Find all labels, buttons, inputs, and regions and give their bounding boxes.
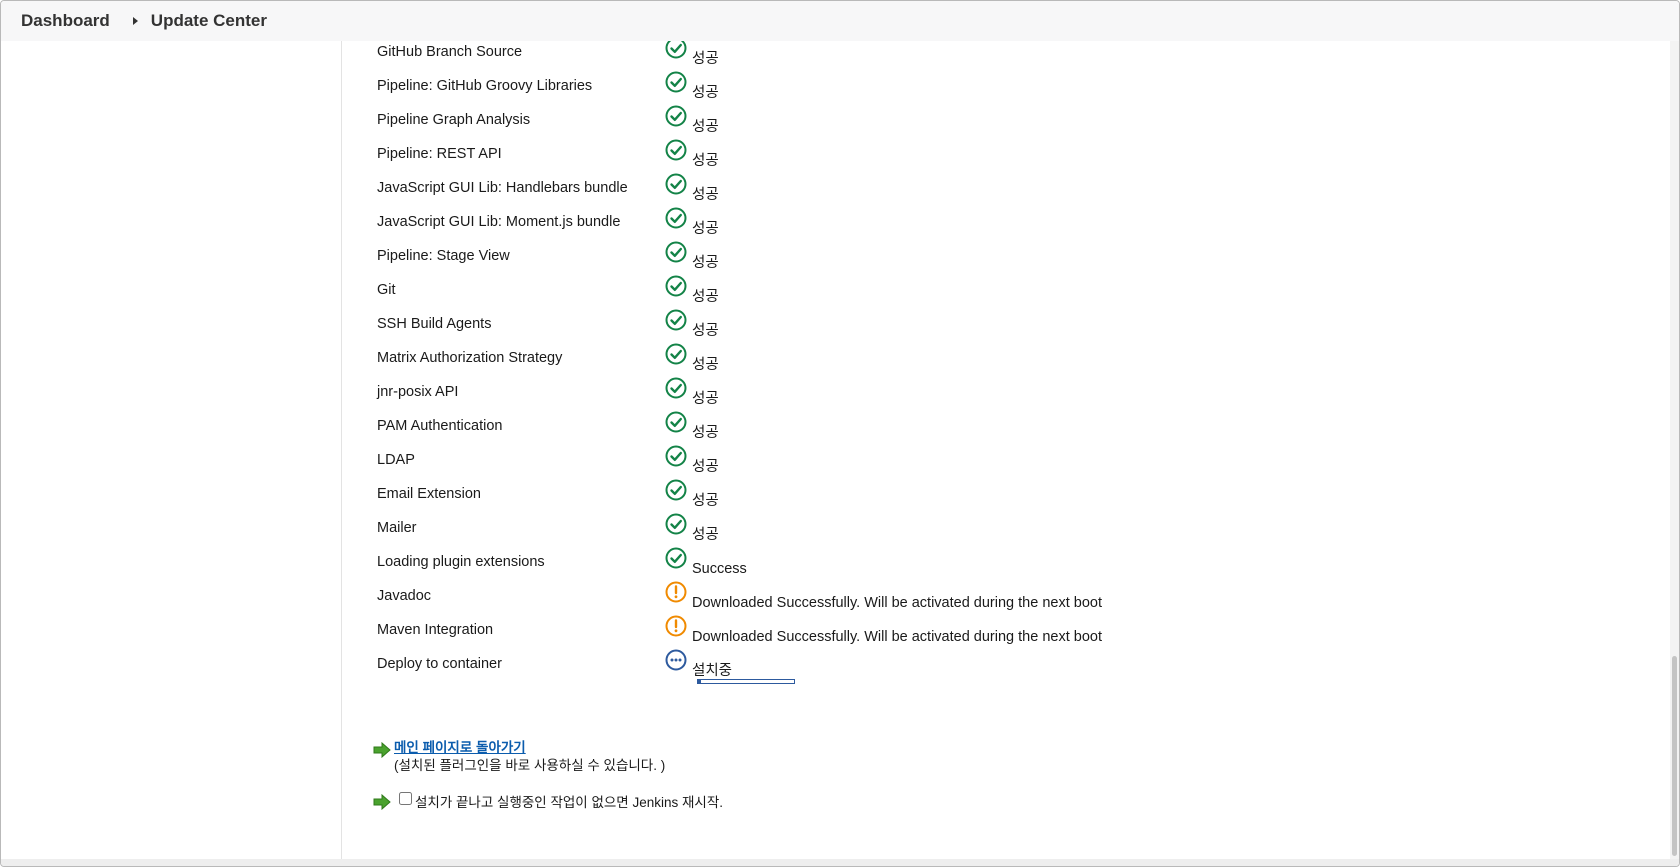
plugin-name: Deploy to container — [377, 656, 502, 672]
success-check-icon — [665, 139, 687, 161]
breadcrumb-update-center[interactable]: Update Center — [151, 11, 267, 31]
plugin-name: Pipeline Graph Analysis — [377, 112, 531, 128]
plugin-status-text: 성공 — [692, 51, 719, 67]
plugin-status-text: 성공 — [692, 289, 719, 305]
success-check-icon — [665, 241, 687, 263]
plugin-row: Email Extension 성공 — [377, 479, 1377, 519]
plugin-row: LDAP 성공 — [377, 445, 1377, 485]
success-check-icon — [665, 173, 687, 195]
success-check-icon — [665, 207, 687, 229]
arrow-right-icon — [373, 794, 391, 810]
plugin-status-text: 성공 — [692, 527, 719, 543]
restart-jenkins-label[interactable]: 설치가 끝나고 실행중인 작업이 없으면 Jenkins 재시작. — [415, 791, 723, 811]
plugin-row: PAM Authentication 성공 — [377, 411, 1377, 451]
success-check-icon — [665, 547, 687, 569]
plugin-status-text: 성공 — [692, 459, 719, 475]
success-check-icon — [665, 411, 687, 433]
success-check-icon — [665, 479, 687, 501]
plugin-row: JavaScript GUI Lib: Moment.js bundle 성공 — [377, 207, 1377, 247]
bottom-bar — [1, 859, 1679, 866]
plugin-row: GitHub Branch Source 성공 — [377, 37, 1377, 77]
plugin-status-text: 성공 — [692, 255, 719, 271]
breadcrumb-separator-icon — [132, 17, 138, 25]
warning-exclamation-icon — [665, 581, 687, 603]
plugin-status-text: 성공 — [692, 221, 719, 237]
plugin-row: Matrix Authorization Strategy 성공 — [377, 343, 1377, 383]
restart-jenkins-checkbox[interactable] — [399, 792, 412, 805]
back-to-main-note: (설치된 플러그인을 바로 사용하실 수 있습니다. ) — [394, 758, 666, 773]
success-check-icon — [665, 71, 687, 93]
plugin-status-text: 성공 — [692, 391, 719, 407]
plugin-row: Git 성공 — [377, 275, 1377, 315]
plugin-status-text: 성공 — [692, 493, 719, 509]
side-panel — [1, 41, 342, 859]
plugin-name: Email Extension — [377, 486, 481, 502]
install-progress-bar — [697, 679, 795, 684]
install-progress-fill — [698, 680, 701, 683]
arrow-right-icon — [373, 742, 391, 758]
plugin-name: Mailer — [377, 520, 417, 536]
success-check-icon — [665, 445, 687, 467]
plugin-row: Pipeline Graph Analysis 성공 — [377, 105, 1377, 145]
plugin-name: Pipeline: REST API — [377, 146, 502, 162]
plugin-status-text: 성공 — [692, 187, 719, 203]
scrollbar-thumb[interactable] — [1672, 656, 1677, 856]
plugin-name: GitHub Branch Source — [377, 44, 523, 60]
plugin-name: Pipeline: GitHub Groovy Libraries — [377, 78, 593, 94]
plugin-status-text: Success — [692, 561, 747, 577]
plugin-status-text: 성공 — [692, 357, 719, 373]
success-check-icon — [665, 513, 687, 535]
warning-exclamation-icon — [665, 615, 687, 637]
success-check-icon — [665, 105, 687, 127]
back-to-main-link[interactable]: 메인 페이지로 돌아가기 — [394, 736, 526, 756]
plugin-name: Maven Integration — [377, 622, 494, 638]
update-center-window: Dashboard Update Center GitHub Branch So… — [0, 0, 1680, 867]
success-check-icon — [665, 275, 687, 297]
plugin-row: JavaScript GUI Lib: Handlebars bundle 성공 — [377, 173, 1377, 213]
plugin-row: Mailer 성공 — [377, 513, 1377, 553]
vertical-scrollbar[interactable] — [1670, 41, 1679, 859]
plugin-row: Pipeline: REST API 성공 — [377, 139, 1377, 179]
plugin-name: JavaScript GUI Lib: Handlebars bundle — [377, 180, 628, 196]
plugin-status-text: 성공 — [692, 85, 719, 101]
plugin-status-text: Downloaded Successfully. Will be activat… — [692, 629, 1102, 645]
success-check-icon — [665, 343, 687, 365]
plugin-row: Pipeline: Stage View 성공 — [377, 241, 1377, 281]
plugin-name: Matrix Authorization Strategy — [377, 350, 563, 366]
plugin-row: Javadoc Downloaded Successfully. Will be … — [377, 581, 1377, 621]
plugin-row: Loading plugin extensions Success — [377, 547, 1377, 587]
plugin-row: Maven Integration Downloaded Successfully… — [377, 615, 1377, 655]
plugin-name: JavaScript GUI Lib: Moment.js bundle — [377, 214, 621, 230]
plugin-name: LDAP — [377, 452, 415, 468]
installing-dots-icon — [665, 649, 687, 671]
plugin-name: Pipeline: Stage View — [377, 248, 510, 264]
plugin-status-text: 성공 — [692, 323, 719, 339]
plugin-row: jnr-posix API 성공 — [377, 377, 1377, 417]
plugin-status-text: 성공 — [692, 153, 719, 169]
success-check-icon — [665, 309, 687, 331]
plugin-name: jnr-posix API — [377, 384, 459, 400]
plugin-row: Deploy to container 설치중 — [377, 649, 1377, 689]
plugin-name: SSH Build Agents — [377, 316, 492, 332]
plugin-name: Loading plugin extensions — [377, 554, 545, 570]
plugin-status-text: 성공 — [692, 425, 719, 441]
plugin-status-text: 설치중 — [692, 663, 733, 679]
plugin-name: PAM Authentication — [377, 418, 503, 434]
breadcrumb: Dashboard Update Center — [1, 1, 1679, 41]
success-check-icon — [665, 377, 687, 399]
breadcrumb-dashboard[interactable]: Dashboard — [21, 11, 110, 31]
plugin-name: Javadoc — [377, 588, 432, 604]
plugin-status-text: 성공 — [692, 119, 719, 135]
plugin-row: SSH Build Agents 성공 — [377, 309, 1377, 349]
plugin-status-text: Downloaded Successfully. Will be activat… — [692, 595, 1102, 611]
plugin-name: Git — [377, 282, 396, 298]
plugin-row: Pipeline: GitHub Groovy Libraries 성공 — [377, 71, 1377, 111]
